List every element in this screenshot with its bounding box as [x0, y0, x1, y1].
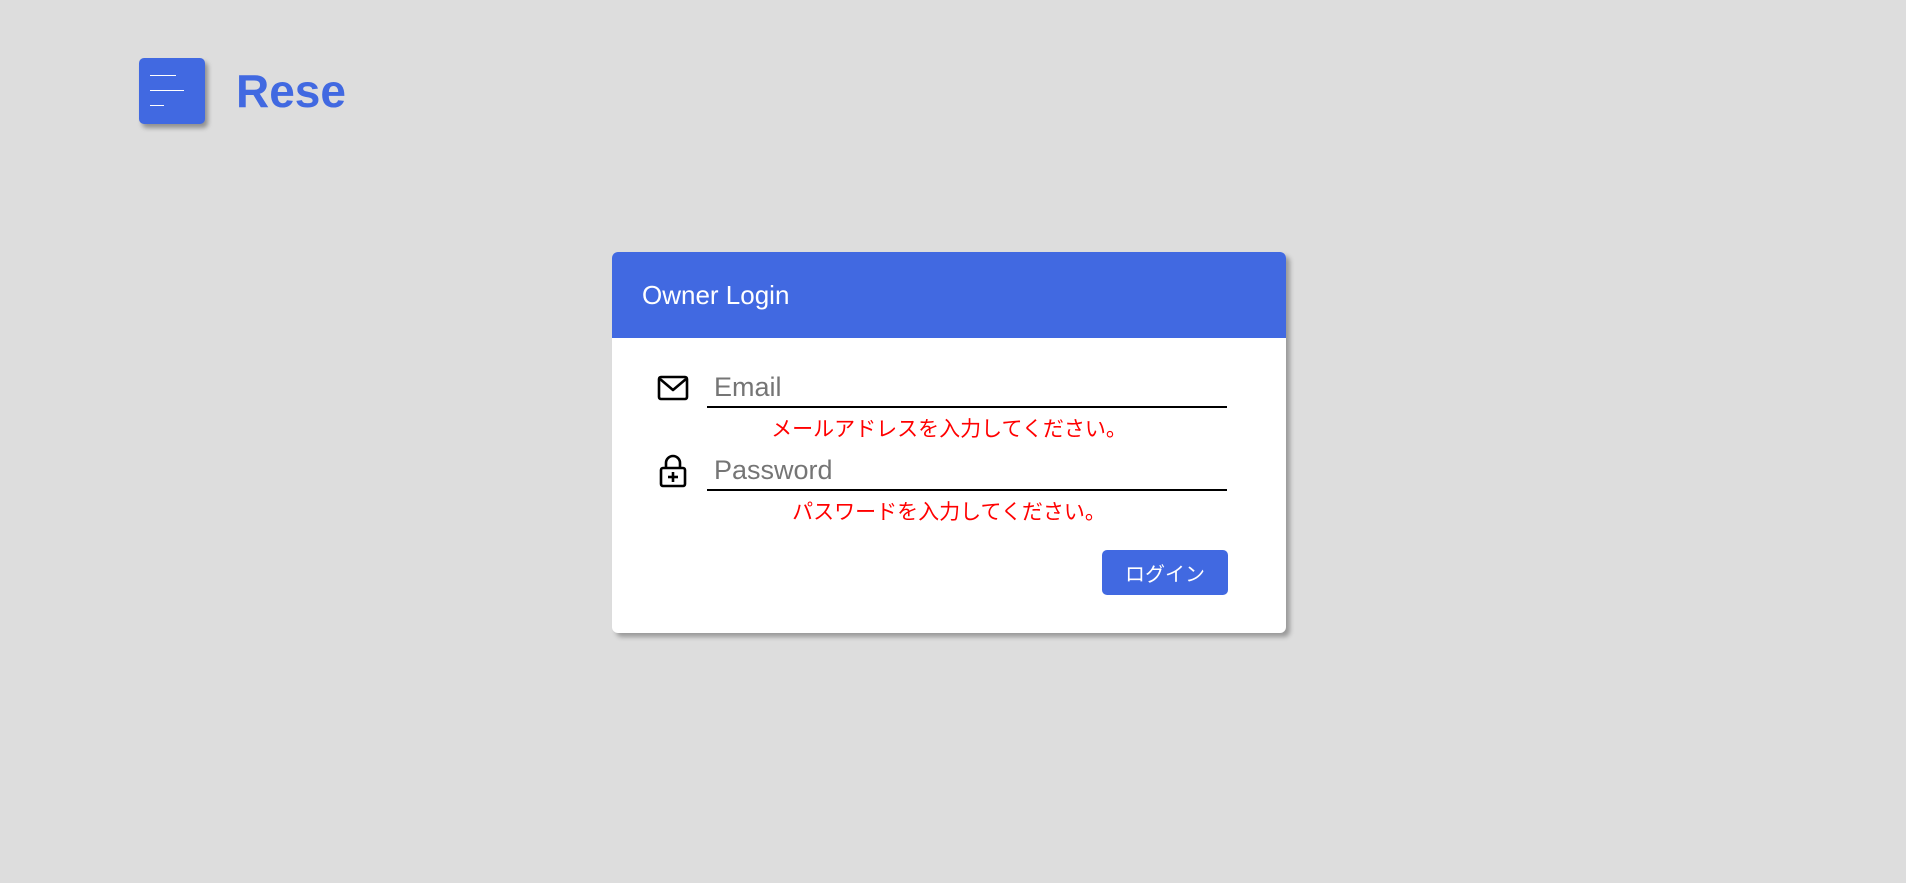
- email-field-row: [657, 368, 1227, 408]
- login-button[interactable]: ログイン: [1102, 550, 1228, 595]
- login-card-title: Owner Login: [612, 252, 1286, 338]
- hamburger-menu-icon: [150, 75, 176, 76]
- hamburger-line: [150, 90, 184, 91]
- menu-button[interactable]: [139, 58, 205, 124]
- password-input[interactable]: [707, 451, 1227, 491]
- login-card: Owner Login メールアドレスを入力してください。 パスワードを入力して…: [612, 252, 1286, 633]
- password-field-row: [657, 451, 1227, 491]
- email-error-message: メールアドレスを入力してください。: [771, 417, 1127, 441]
- hamburger-line: [150, 105, 164, 106]
- lock-icon: [657, 451, 689, 491]
- envelope-icon: [657, 368, 689, 408]
- brand-logo-text[interactable]: Rese: [236, 58, 346, 124]
- password-error-message: パスワードを入力してください。: [792, 500, 1106, 524]
- app-header: Rese: [139, 58, 346, 124]
- email-input[interactable]: [707, 368, 1227, 408]
